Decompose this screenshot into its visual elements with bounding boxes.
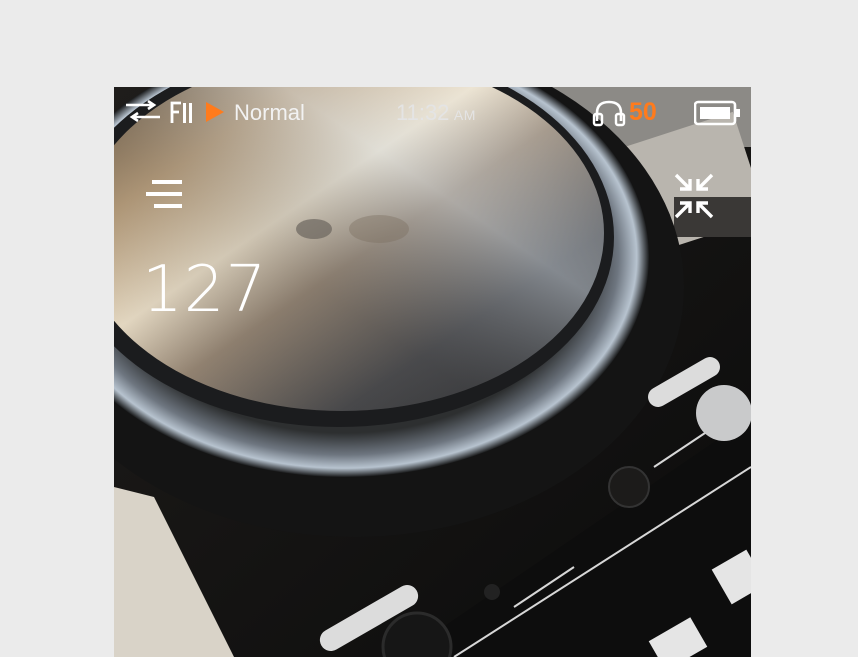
playback-mode-label: Normal <box>234 100 305 125</box>
repeat-all-icon <box>169 99 195 130</box>
collapse-icon <box>674 173 714 219</box>
play-icon <box>206 102 224 127</box>
clock-time: 11:32 <box>396 100 450 125</box>
player-screen: Normal 11:32 AM 50 127 <box>114 87 751 657</box>
shuffle-icon <box>126 99 160 127</box>
battery-icon <box>693 100 742 131</box>
status-bar: Normal 11:32 AM 50 <box>114 87 751 137</box>
headphone-icon <box>592 99 626 132</box>
bpm-value: 127 <box>142 253 268 327</box>
volume-level: 50 <box>629 98 657 126</box>
menu-icon <box>146 180 182 208</box>
clock-suffix: AM <box>453 107 476 123</box>
clock: 11:32 AM <box>396 100 476 126</box>
menu-button[interactable] <box>142 175 190 215</box>
album-art-background <box>114 87 751 657</box>
collapse-button[interactable] <box>668 171 720 221</box>
